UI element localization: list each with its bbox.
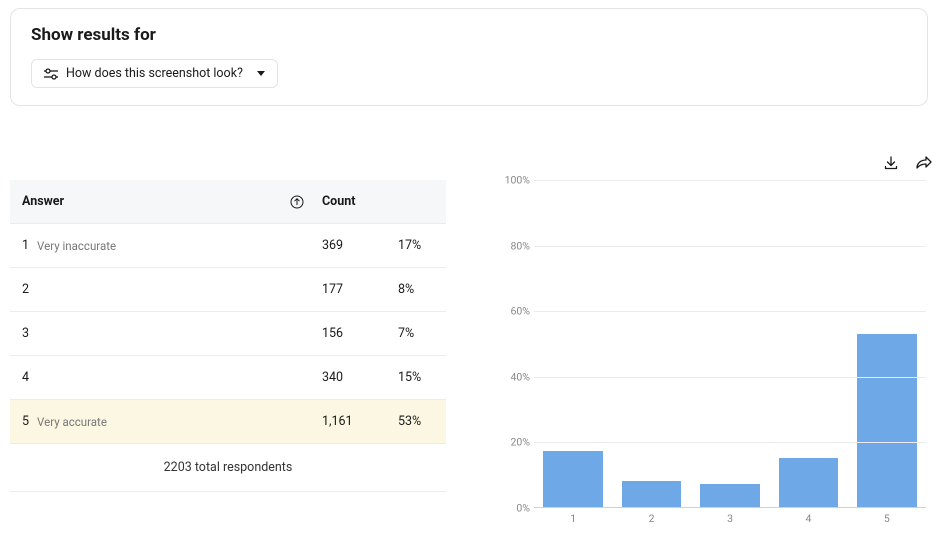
table-row[interactable]: 3 1567%	[10, 312, 446, 356]
slider-icon	[44, 68, 58, 80]
chart-ytick: 0%	[500, 502, 530, 515]
chart-bar-slot: 2	[612, 180, 690, 507]
cell-pct: 7%	[398, 326, 446, 341]
sort-icon[interactable]	[290, 195, 304, 209]
cell-count: 1,161	[322, 414, 398, 429]
chart-ytick: 100%	[500, 174, 530, 187]
chart-xtick: 3	[727, 512, 733, 525]
chart-gridline	[534, 377, 926, 378]
chart-xtick: 1	[570, 512, 576, 525]
chart-bar-slot: 3	[691, 180, 769, 507]
download-button[interactable]	[882, 154, 900, 172]
chart-bar[interactable]	[543, 451, 603, 507]
cell-count: 156	[322, 326, 398, 341]
chart-bar-slot: 4	[769, 180, 847, 507]
cell-answer: 3	[22, 326, 322, 341]
table-footer: 2203 total respondents	[10, 444, 446, 492]
col-header-answer[interactable]: Answer	[22, 194, 322, 209]
results-chart: 12345 0%20%40%60%80%100%	[500, 180, 930, 520]
chart-gridline	[534, 246, 926, 247]
chart-bar[interactable]	[622, 481, 682, 507]
cell-answer: 4	[22, 370, 322, 385]
table-row[interactable]: 2 1778%	[10, 268, 446, 312]
cell-pct: 53%	[398, 414, 446, 429]
table-row[interactable]: 4 34015%	[10, 356, 446, 400]
cell-pct: 17%	[398, 238, 446, 253]
chart-plot-area: 12345	[534, 180, 926, 508]
col-header-count[interactable]: Count	[322, 194, 398, 209]
chart-gridline	[534, 442, 926, 443]
cell-count: 369	[322, 238, 398, 253]
chart-ytick: 20%	[500, 436, 530, 449]
cell-answer: 5 Very accurate	[22, 414, 322, 429]
chart-xtick: 5	[884, 512, 890, 525]
chart-gridline	[534, 311, 926, 312]
filter-card: Show results for How does this screensho…	[10, 8, 928, 106]
chart-bar[interactable]	[857, 334, 917, 507]
answer-label: Very accurate	[37, 415, 107, 429]
chart-xtick: 2	[649, 512, 655, 525]
cell-pct: 15%	[398, 370, 446, 385]
chart-ytick: 80%	[500, 239, 530, 252]
question-filter-chip[interactable]: How does this screenshot look?	[31, 59, 278, 88]
chevron-down-icon	[257, 71, 265, 76]
chart-bar[interactable]	[779, 458, 839, 507]
table-header-row: Answer Count	[10, 180, 446, 224]
answer-rank: 4	[22, 370, 29, 385]
cell-answer: 2	[22, 282, 322, 297]
chart-gridline	[534, 180, 926, 181]
results-table: Answer Count 1 Very inaccurate 36917% 2 1778…	[10, 180, 446, 492]
chart-ytick: 40%	[500, 370, 530, 383]
question-filter-label: How does this screenshot look?	[66, 66, 243, 81]
chart-bar-slot: 5	[848, 180, 926, 507]
table-row[interactable]: 1 Very inaccurate 36917%	[10, 224, 446, 268]
chart-xtick: 4	[805, 512, 811, 525]
answer-rank: 1	[22, 238, 29, 253]
answer-rank: 3	[22, 326, 29, 341]
cell-answer: 1 Very inaccurate	[22, 238, 322, 253]
table-row[interactable]: 5 Very accurate 1,16153%	[10, 400, 446, 444]
cell-pct: 8%	[398, 282, 446, 297]
filter-heading: Show results for	[31, 25, 907, 45]
cell-count: 177	[322, 282, 398, 297]
cell-count: 340	[322, 370, 398, 385]
answer-label: Very inaccurate	[37, 239, 116, 253]
chart-bar[interactable]	[700, 484, 760, 507]
chart-actions	[882, 154, 932, 172]
chart-bar-slot: 1	[534, 180, 612, 507]
col-header-answer-label: Answer	[22, 194, 64, 209]
answer-rank: 2	[22, 282, 29, 297]
chart-ytick: 60%	[500, 305, 530, 318]
answer-rank: 5	[22, 414, 29, 429]
share-button[interactable]	[914, 154, 932, 172]
